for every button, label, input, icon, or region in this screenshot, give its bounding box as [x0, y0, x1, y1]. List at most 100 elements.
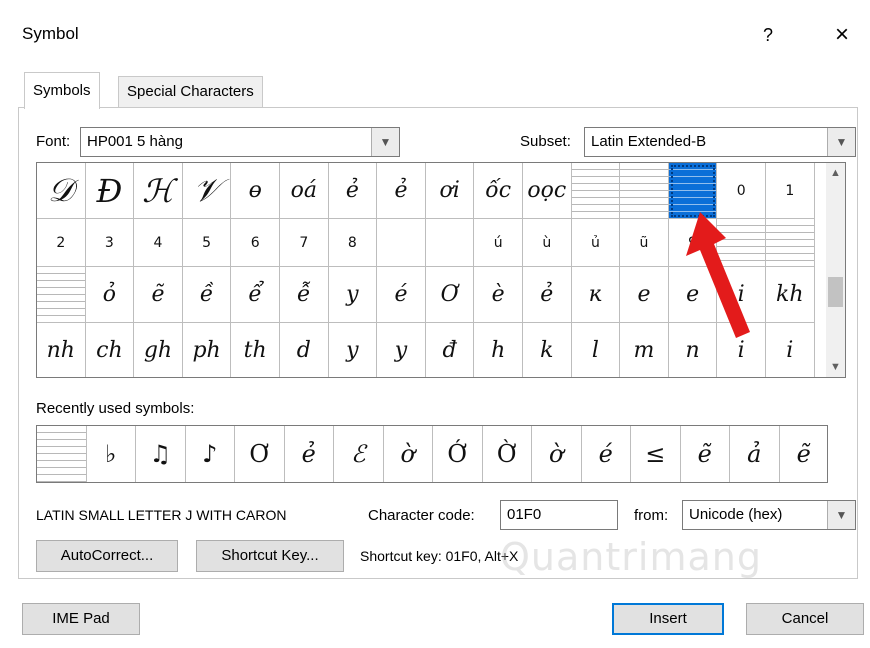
symbol-cell[interactable]: l: [572, 323, 621, 377]
chevron-down-icon[interactable]: ▼: [826, 357, 845, 377]
character-code-field[interactable]: 01F0: [500, 500, 618, 530]
symbol-cell[interactable]: [377, 219, 426, 267]
help-button[interactable]: ?: [748, 17, 788, 53]
recently-used-label: Recently used symbols:: [36, 400, 195, 417]
symbol-cell[interactable]: kh: [766, 267, 815, 323]
symbol-cell[interactable]: Ơ: [425, 267, 475, 323]
symbol-cell[interactable]: ẻ: [377, 163, 426, 219]
recent-symbol-cell[interactable]: ♫: [136, 426, 186, 482]
symbol-cell[interactable]: n: [669, 323, 718, 377]
symbol-cell[interactable]: ủ: [571, 219, 621, 267]
symbol-cell[interactable]: 𝒟: [37, 163, 86, 219]
recent-symbol-cell[interactable]: ờ: [532, 426, 582, 482]
cancel-button[interactable]: Cancel: [746, 603, 864, 635]
symbol-cell[interactable]: gh: [134, 323, 183, 377]
symbol-cell[interactable]: [425, 219, 475, 267]
symbol-cell[interactable]: th: [231, 323, 280, 377]
ime-pad-button[interactable]: IME Pad: [22, 603, 140, 635]
symbol-cell[interactable]: oá: [280, 163, 329, 219]
close-button[interactable]: ×: [822, 17, 862, 53]
recent-symbol-cell[interactable]: ẽ: [780, 426, 828, 482]
tab-special-characters[interactable]: Special Characters: [118, 76, 263, 108]
symbol-cell[interactable]: k: [523, 323, 572, 377]
autocorrect-button[interactable]: AutoCorrect...: [36, 540, 178, 572]
symbol-cell[interactable]: d: [280, 323, 329, 377]
symbol-cell[interactable]: ỏ: [85, 267, 135, 323]
symbol-cell[interactable]: [717, 219, 766, 267]
from-dropdown[interactable]: Unicode (hex) ▼: [682, 500, 856, 530]
symbol-cell[interactable]: [620, 163, 669, 219]
symbol-cell[interactable]: 𝒱: [182, 163, 232, 219]
symbol-cell[interactable]: ph: [183, 323, 232, 377]
chevron-up-icon[interactable]: ▲: [826, 163, 845, 183]
tab-symbols[interactable]: Symbols: [24, 72, 100, 109]
recent-symbol-cell[interactable]: ♪: [186, 426, 235, 482]
recent-symbol-cell[interactable]: ẽ: [681, 426, 730, 482]
symbol-cell[interactable]: ℋ: [134, 163, 183, 219]
symbol-cell[interactable]: 9: [668, 219, 718, 267]
symbol-cell[interactable]: y: [377, 323, 426, 377]
symbol-cell[interactable]: 5: [182, 219, 232, 267]
grid-scrollbar[interactable]: ▲ ▼: [826, 162, 846, 378]
subset-dropdown[interactable]: Latin Extended-B ▼: [584, 127, 856, 157]
symbol-cell[interactable]: ù: [523, 219, 572, 267]
font-dropdown[interactable]: HP001 5 hàng ▼: [80, 127, 400, 157]
symbol-cell[interactable]: y: [328, 267, 378, 323]
recent-symbol-cell[interactable]: Ơ: [235, 426, 285, 482]
symbol-cell[interactable]: ɵ: [231, 163, 280, 219]
insert-button[interactable]: Insert: [612, 603, 724, 635]
symbol-cell[interactable]: h: [474, 323, 523, 377]
symbol-cell[interactable]: ễ: [280, 267, 329, 323]
recent-symbol-cell[interactable]: ≤: [631, 426, 681, 482]
symbol-cell[interactable]: ề: [182, 267, 232, 323]
symbol-cell[interactable]: e: [668, 267, 718, 323]
symbol-cell[interactable]: ơi: [425, 163, 475, 219]
symbol-cell[interactable]: ch: [86, 323, 135, 377]
symbol-cell[interactable]: ĸ: [571, 267, 621, 323]
symbol-cell[interactable]: y: [329, 323, 378, 377]
recent-symbol-cell[interactable]: ♭: [87, 426, 136, 482]
symbol-cell[interactable]: ú: [474, 219, 523, 267]
symbol-cell[interactable]: m: [620, 323, 669, 377]
shortcut-key-button[interactable]: Shortcut Key...: [196, 540, 344, 572]
symbol-cell[interactable]: [37, 267, 86, 323]
symbol-cell[interactable]: 2: [37, 219, 86, 267]
chevron-down-icon: ▼: [827, 501, 855, 529]
symbol-cell[interactable]: i: [717, 323, 766, 377]
recent-symbol-cell[interactable]: ờ: [384, 426, 433, 482]
recent-symbol-cell[interactable]: Ờ: [483, 426, 532, 482]
symbol-cell[interactable]: è: [474, 267, 523, 323]
symbol-cell[interactable]: 4: [134, 219, 183, 267]
symbol-grid: 𝒟 Đ ℋ 𝒱ɵ oá ẻ ẻ ơi ốc oọc 0 1 2 3 4 5 6 7 8 ú ù ủ ũ 9 ỏ ẽ ề ể ễ y é Ơè ẻ…: [36, 162, 826, 378]
symbol-cell[interactable]: 7: [280, 219, 329, 267]
symbol-cell[interactable]: ẻ: [328, 163, 378, 219]
symbol-cell[interactable]: Đ: [85, 163, 135, 219]
symbol-cell[interactable]: [766, 219, 815, 267]
symbol-cell[interactable]: [668, 163, 718, 219]
symbol-cell[interactable]: ể: [231, 267, 280, 323]
symbol-cell[interactable]: 8: [328, 219, 378, 267]
symbol-cell[interactable]: é: [377, 267, 426, 323]
symbol-cell[interactable]: [571, 163, 621, 219]
recent-symbol-cell[interactable]: Ớ: [433, 426, 483, 482]
recent-symbol-cell[interactable]: é: [582, 426, 631, 482]
recent-symbol-cell[interactable]: ẻ: [285, 426, 334, 482]
symbol-cell[interactable]: ốc: [474, 163, 523, 219]
symbol-cell[interactable]: ẻ: [523, 267, 572, 323]
symbol-cell[interactable]: oọc: [523, 163, 572, 219]
recent-symbol-cell[interactable]: ℰ: [334, 426, 384, 482]
symbol-cell[interactable]: e: [620, 267, 669, 323]
scroll-thumb[interactable]: [828, 277, 843, 307]
symbol-cell[interactable]: ũ: [620, 219, 669, 267]
symbol-cell[interactable]: 6: [231, 219, 280, 267]
symbol-cell[interactable]: 1: [766, 163, 815, 219]
recent-symbol-cell[interactable]: ả: [730, 426, 780, 482]
recent-symbol-cell[interactable]: [37, 426, 87, 482]
symbol-cell[interactable]: i: [766, 323, 815, 377]
symbol-cell[interactable]: 0: [717, 163, 766, 219]
symbol-cell[interactable]: nh: [37, 323, 86, 377]
symbol-cell[interactable]: ẽ: [134, 267, 183, 323]
symbol-cell[interactable]: i: [717, 267, 766, 323]
symbol-cell[interactable]: đ: [426, 323, 475, 377]
symbol-cell[interactable]: 3: [85, 219, 135, 267]
